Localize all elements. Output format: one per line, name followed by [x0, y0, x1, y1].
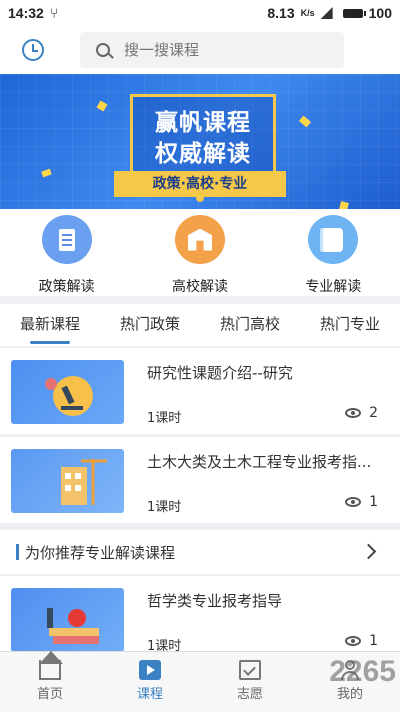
nav-label: 志愿 — [236, 687, 263, 702]
usb-icon: ⑂ — [49, 5, 59, 21]
network-speed-unit: K/s — [300, 8, 315, 18]
carousel-indicator — [196, 194, 204, 202]
building-illustration — [61, 459, 107, 505]
recommend-title: 为你推荐专业解读课程 — [25, 543, 176, 562]
course-title: 土木大类及土木工程专业报考指... — [147, 453, 372, 471]
course-thumbnail — [11, 449, 124, 513]
banner-title-line2: 权威解读 — [155, 141, 251, 167]
recommend-section-header[interactable]: 为你推荐专业解读课程 — [0, 530, 400, 574]
category-label: 专业解读 — [305, 279, 362, 295]
status-bar: 14:32 ⑂ 8.13 K/s 100 — [0, 0, 400, 26]
tab-latest[interactable]: 最新课程 — [0, 304, 100, 346]
signal-icon — [320, 7, 333, 19]
search-input[interactable] — [122, 40, 326, 60]
course-thumbnail — [11, 360, 124, 424]
network-speed: 8.13 — [267, 5, 295, 21]
books-illustration — [47, 608, 99, 644]
promo-banner[interactable]: 赢帆课程 权威解读 政策·高校·专业 — [0, 74, 400, 209]
nav-home[interactable]: 首页 — [0, 652, 100, 712]
view-count: 1 — [369, 494, 378, 510]
course-lessons: 1课时 — [147, 411, 182, 426]
tab-hot-university[interactable]: 热门高校 — [200, 304, 300, 346]
battery-level: 100 — [368, 5, 392, 21]
course-tabs: 最新课程 热门政策 热门高校 热门专业 — [0, 304, 400, 346]
watermark-logo: 2265 — [329, 655, 396, 688]
eye-icon — [345, 497, 362, 507]
nav-label: 课程 — [136, 687, 163, 702]
microscope-illustration — [45, 376, 93, 416]
university-gate-icon — [174, 215, 225, 264]
course-item[interactable]: 哲学类专业报考指导 1课时 1 — [0, 576, 400, 654]
search-icon — [96, 43, 110, 57]
nav-volunteer[interactable]: 志愿 — [200, 652, 300, 712]
course-views: 1 — [345, 633, 378, 649]
header — [0, 26, 400, 74]
tab-hot-major[interactable]: 热门专业 — [300, 304, 400, 346]
course-item[interactable]: 土木大类及土木工程专业报考指... 1课时 1 — [0, 437, 400, 523]
checkbox-icon — [239, 660, 261, 680]
view-count: 2 — [369, 405, 378, 421]
nav-courses[interactable]: 课程 — [100, 652, 200, 712]
document-icon — [41, 215, 92, 264]
nav-label: 首页 — [36, 687, 63, 702]
course-title: 研究性课题介绍--研究 — [147, 364, 293, 382]
course-item[interactable]: 研究性课题介绍--研究 1课时 2 — [0, 348, 400, 434]
banner-confetti — [339, 201, 349, 209]
course-views: 1 — [345, 494, 378, 510]
eye-icon — [345, 408, 362, 418]
category-row: 政策解读 高校解读 专业解读 — [0, 209, 400, 296]
category-label: 高校解读 — [171, 279, 228, 295]
category-policy[interactable]: 政策解读 — [17, 209, 117, 296]
play-icon — [139, 660, 161, 680]
tab-hot-policy[interactable]: 热门政策 — [100, 304, 200, 346]
chevron-right-icon — [360, 543, 377, 560]
course-title: 哲学类专业报考指导 — [147, 592, 283, 610]
home-icon — [39, 660, 61, 680]
search-bar[interactable] — [80, 32, 344, 68]
battery-icon — [342, 8, 366, 18]
eye-icon — [345, 636, 362, 646]
book-icon — [308, 215, 359, 264]
course-views: 2 — [345, 405, 378, 421]
course-thumbnail — [11, 588, 124, 652]
banner-title-line1: 赢帆课程 — [155, 110, 251, 136]
view-count: 1 — [369, 633, 378, 649]
category-label: 政策解读 — [38, 279, 95, 295]
banner-title-box: 赢帆课程 权威解读 — [130, 94, 276, 174]
section-accent-bar — [16, 544, 19, 560]
course-lessons: 1课时 — [147, 500, 182, 515]
category-major[interactable]: 专业解读 — [283, 209, 383, 296]
status-time: 14:32 — [8, 5, 44, 21]
category-university[interactable]: 高校解读 — [150, 209, 250, 296]
history-clock-icon[interactable] — [22, 39, 44, 61]
